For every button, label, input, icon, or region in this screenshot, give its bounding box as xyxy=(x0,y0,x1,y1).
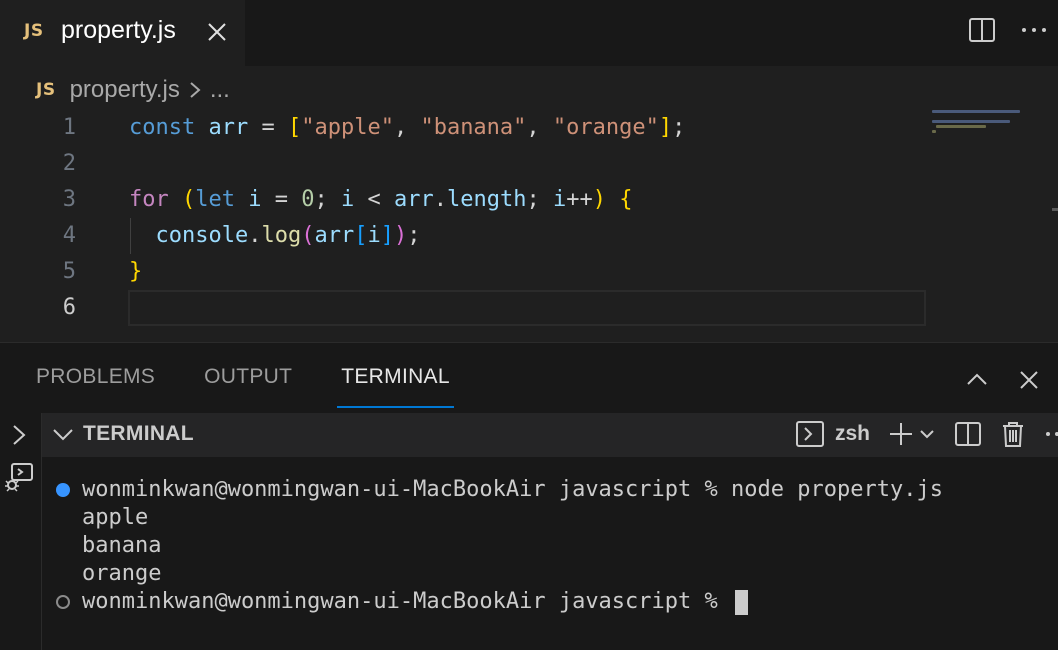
more-actions-icon[interactable] xyxy=(1020,16,1048,44)
close-panel-icon[interactable] xyxy=(1016,367,1042,393)
plus-icon[interactable] xyxy=(888,421,914,447)
code-line-1[interactable]: 1 const arr = ["apple", "banana", "orang… xyxy=(0,110,1058,146)
split-editor-icon[interactable] xyxy=(968,16,996,44)
code-line-4[interactable]: 4 console.log(arr[i]); xyxy=(0,218,1058,254)
line-number: 2 xyxy=(62,151,76,176)
command-success-dot[interactable] xyxy=(56,483,70,497)
minimap-row xyxy=(936,125,986,128)
javascript-file-icon: JS xyxy=(24,21,44,41)
terminal-output-line: banana xyxy=(82,533,162,558)
terminal-toolbar: zsh xyxy=(795,419,1058,449)
terminal-output-line: apple xyxy=(82,505,149,530)
chevron-down-icon[interactable] xyxy=(918,425,936,443)
chevron-right-icon[interactable] xyxy=(9,423,29,447)
line-number: 1 xyxy=(62,115,76,140)
maximize-panel-icon[interactable] xyxy=(964,367,990,393)
line-number: 6 xyxy=(62,295,76,320)
minimap-row xyxy=(932,110,1020,113)
chevron-right-icon xyxy=(188,80,202,100)
command-pending-dot xyxy=(56,595,70,609)
tab-terminal[interactable]: TERMINAL xyxy=(337,365,454,408)
code-line-6[interactable]: 6 xyxy=(0,290,1058,326)
minimap-row xyxy=(932,130,936,133)
minimap-row xyxy=(932,120,1010,123)
debug-console-icon[interactable] xyxy=(3,461,35,493)
code-editor[interactable]: 1 const arr = ["apple", "banana", "orang… xyxy=(0,110,1058,342)
code-text: const arr = ["apple", "banana", "orange"… xyxy=(129,115,686,140)
terminal-header: TERMINAL zsh xyxy=(42,413,1058,457)
bottom-panel: PROBLEMS OUTPUT TERMINAL TERMINAL zsh wo… xyxy=(0,342,1058,650)
line-number: 3 xyxy=(62,187,76,212)
code-text: } xyxy=(129,259,143,284)
code-line-5[interactable]: 5 } xyxy=(0,254,1058,290)
terminal-icon[interactable] xyxy=(795,419,825,449)
breadcrumb-file[interactable]: property.js xyxy=(70,76,180,104)
terminal-prompt-line[interactable]: wonminkwan@wonmingwan-ui-MacBookAir java… xyxy=(82,588,749,616)
scrollbar-marker xyxy=(1052,208,1058,211)
trash-icon[interactable] xyxy=(1000,420,1026,448)
tab-output[interactable]: OUTPUT xyxy=(204,365,292,407)
terminal-prompt: wonminkwan@wonmingwan-ui-MacBookAir java… xyxy=(82,589,732,614)
split-terminal-icon[interactable] xyxy=(954,420,982,448)
terminal-command-line: wonminkwan@wonmingwan-ui-MacBookAir java… xyxy=(82,477,943,502)
code-line-2[interactable]: 2 xyxy=(0,146,1058,182)
tab-problems[interactable]: PROBLEMS xyxy=(36,365,155,407)
terminal-output-line: orange xyxy=(82,561,162,586)
editor-actions xyxy=(968,16,1048,44)
breadcrumb: JS property.js ... xyxy=(36,72,230,108)
terminal-section-title: TERMINAL xyxy=(83,422,194,445)
panel-tabs: PROBLEMS OUTPUT TERMINAL xyxy=(36,365,454,408)
tab-property-js[interactable]: JS property.js xyxy=(0,0,245,66)
terminal-output[interactable]: wonminkwan@wonmingwan-ui-MacBookAir java… xyxy=(42,457,1058,650)
terminal-cursor xyxy=(735,589,749,615)
breadcrumb-more[interactable]: ... xyxy=(210,76,230,104)
editor-tab-bar: JS property.js xyxy=(0,0,1058,66)
line-number: 5 xyxy=(62,259,76,284)
close-icon[interactable] xyxy=(204,19,230,45)
line-number: 4 xyxy=(62,223,76,248)
shell-name[interactable]: zsh xyxy=(835,422,870,446)
code-line-3[interactable]: 3 for (let i = 0; i < arr.length; i++) { xyxy=(0,182,1058,218)
code-text: for (let i = 0; i < arr.length; i++) { xyxy=(129,187,633,212)
code-text: console.log(arr[i]); xyxy=(155,223,421,248)
javascript-file-icon: JS xyxy=(36,80,56,100)
panel-actions xyxy=(964,367,1042,393)
tab-label: property.js xyxy=(61,16,176,44)
chevron-down-icon[interactable] xyxy=(52,425,74,445)
panel-left-strip xyxy=(0,413,42,650)
more-actions-icon[interactable] xyxy=(1044,420,1058,448)
minimap[interactable] xyxy=(932,110,1032,140)
